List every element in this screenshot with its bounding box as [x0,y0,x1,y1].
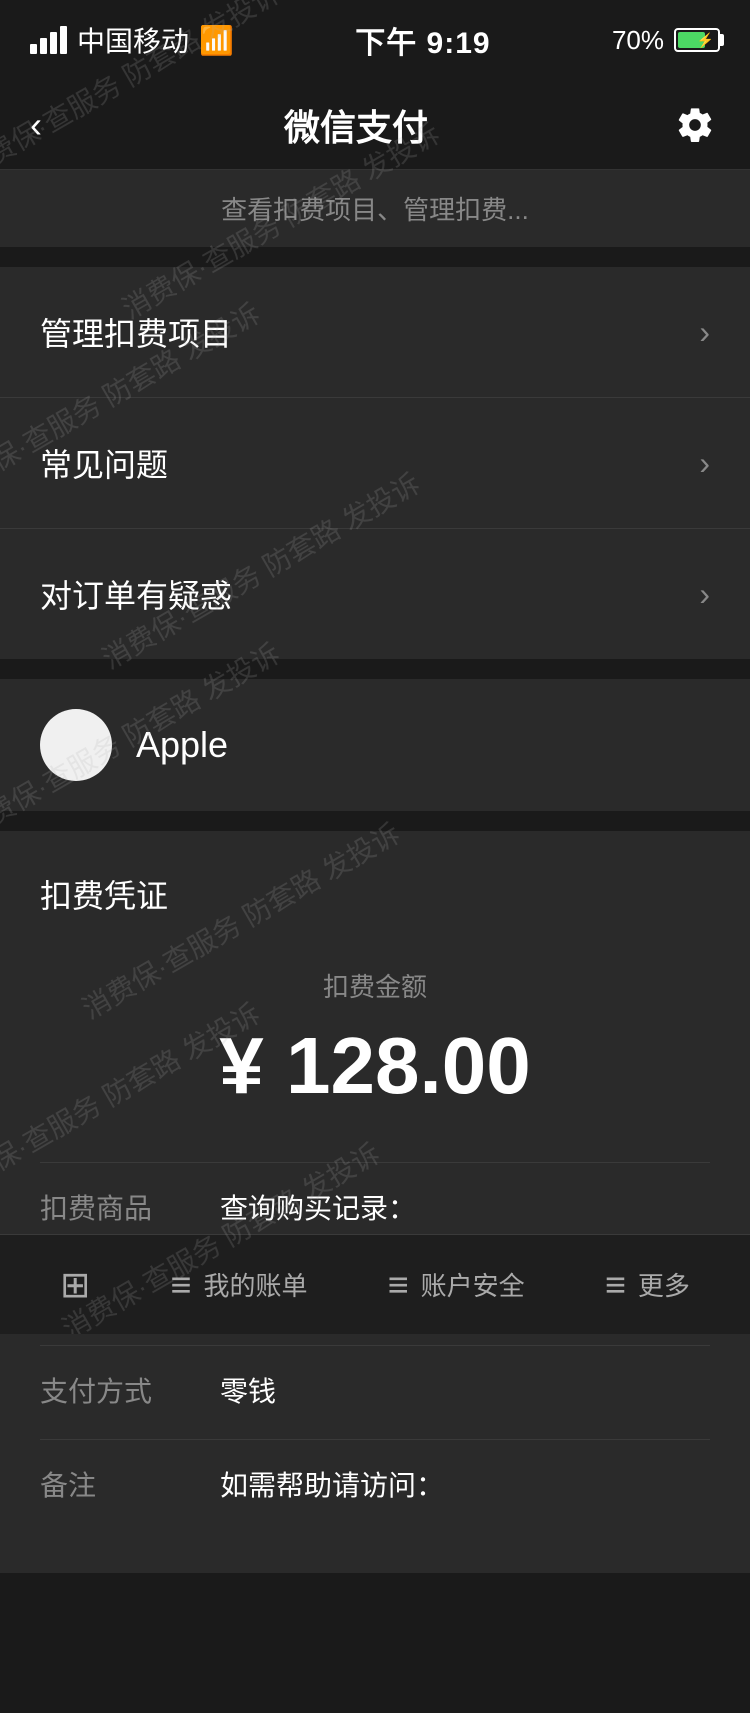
tab-bar: ⊞ ≡ 我的账单 ≡ 账户安全 ≡ 更多 [0,1234,750,1334]
tab-bills-label: 我的账单 [203,1266,307,1303]
menu-item-manage[interactable]: 管理扣费项目 › [0,267,750,398]
tab-security[interactable]: ≡ 账户安全 [388,1264,525,1306]
amount-value: ¥ 128.00 [40,1020,710,1112]
menu-arrow-dispute: › [699,576,710,613]
top-section-text: 查看扣费项目、管理扣费... [40,190,710,227]
detail-label-product: 扣费商品 [40,1187,220,1227]
keyboard-icon: ⊞ [60,1264,90,1306]
apple-card: Apple [0,679,750,811]
battery-icon: ⚡ [674,28,720,52]
top-section: 查看扣费项目、管理扣费... [0,170,750,247]
detail-value-payment: 零钱 [220,1370,710,1415]
payment-section: 扣费凭证 扣费金额 ¥ 128.00 扣费商品 查询购买记录：reportapr… [0,831,750,1573]
detail-row-payment: 支付方式 零钱 [40,1345,710,1439]
menu-item-dispute-label: 对订单有疑惑 [40,571,232,617]
time-label: 下午 9:19 [355,18,490,62]
status-right: 70% ⚡ [612,25,720,56]
security-icon: ≡ [388,1264,409,1306]
detail-value-remark: 如需帮助请访问： [220,1464,710,1509]
battery-percent: 70% [612,25,664,56]
detail-row-remark: 备注 如需帮助请访问： [40,1439,710,1533]
detail-label-remark: 备注 [40,1464,220,1504]
menu-item-dispute[interactable]: 对订单有疑惑 › [0,529,750,659]
menu-item-faq-label: 常见问题 [40,440,168,486]
content-area: 查看扣费项目、管理扣费... 管理扣费项目 › 常见问题 › 对订单有疑惑 › … [0,170,750,1713]
menu-section: 管理扣费项目 › 常见问题 › 对订单有疑惑 › [0,267,750,659]
gear-icon [675,105,715,145]
battery-bolt: ⚡ [697,32,714,49]
tab-bills[interactable]: ≡ 我的账单 [170,1264,307,1306]
status-left: 中国移动 📶 [30,20,234,60]
carrier-label: 中国移动 [77,20,189,60]
settings-button[interactable] [670,100,720,150]
status-bar: 中国移动 📶 下午 9:19 70% ⚡ [0,0,750,80]
menu-item-faq[interactable]: 常见问题 › [0,398,750,529]
wifi-icon: 📶 [199,24,234,57]
back-button[interactable]: ‹ [30,104,42,146]
tab-security-label: 账户安全 [421,1266,525,1303]
tab-more[interactable]: ≡ 更多 [605,1264,690,1306]
section-title: 扣费凭证 [40,871,710,917]
menu-arrow-faq: › [699,445,710,482]
bills-icon: ≡ [170,1264,191,1306]
signal-icon [30,26,67,54]
apple-logo-circle [40,709,112,781]
nav-bar: ‹ 微信支付 [0,80,750,170]
detail-label-payment: 支付方式 [40,1370,220,1410]
more-icon: ≡ [605,1264,626,1306]
menu-item-manage-label: 管理扣费项目 [40,309,232,355]
apple-name-label: Apple [136,724,228,766]
page-title: 微信支付 [284,99,428,151]
tab-keyboard[interactable]: ⊞ [60,1264,90,1306]
amount-label: 扣费金额 [40,967,710,1004]
tab-more-label: 更多 [638,1266,690,1303]
menu-arrow-manage: › [699,314,710,351]
